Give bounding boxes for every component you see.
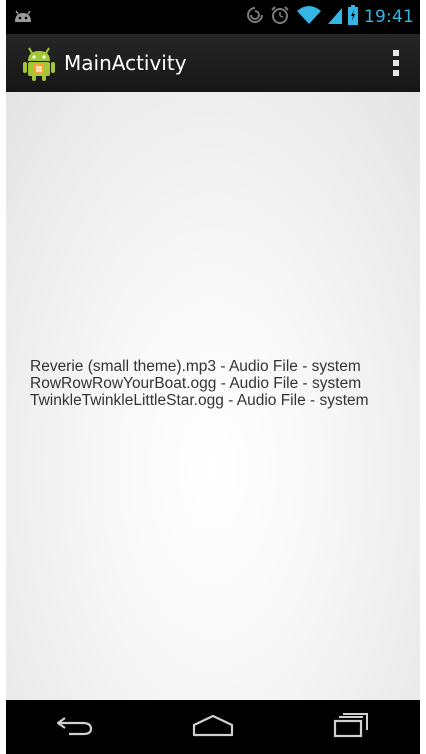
wifi-icon bbox=[296, 5, 322, 29]
action-bar: MainActivity bbox=[6, 34, 420, 93]
list-item: Reverie (small theme).mp3 - Audio File -… bbox=[30, 358, 361, 375]
app-title: MainActivity bbox=[64, 51, 187, 75]
sync-icon bbox=[246, 6, 264, 28]
back-button[interactable] bbox=[35, 700, 115, 754]
list-item: RowRowRowYourBoat.ogg - Audio File - sys… bbox=[30, 375, 362, 392]
recent-apps-button[interactable] bbox=[311, 700, 391, 754]
navigation-bar bbox=[6, 700, 420, 754]
status-icons: 19:41 bbox=[246, 0, 414, 34]
phone-screen: 19:41 MainActivity Reverie (small theme)… bbox=[6, 0, 420, 754]
list-item: TwinkleTwinkleLittleStar.ogg - Audio Fil… bbox=[30, 392, 369, 409]
recent-apps-icon bbox=[333, 712, 369, 742]
alarm-icon bbox=[270, 5, 290, 29]
overflow-menu-icon[interactable] bbox=[380, 43, 412, 83]
signal-icon bbox=[328, 6, 342, 28]
overflow-dot bbox=[393, 70, 399, 76]
home-button[interactable] bbox=[173, 700, 253, 754]
status-time: 19:41 bbox=[364, 7, 414, 27]
status-bar: 19:41 bbox=[6, 0, 420, 34]
main-content: Reverie (small theme).mp3 - Audio File -… bbox=[6, 92, 420, 700]
android-notification-icon bbox=[12, 6, 34, 28]
overflow-dot bbox=[393, 50, 399, 56]
audio-file-list: Reverie (small theme).mp3 - Audio File -… bbox=[30, 358, 369, 409]
overflow-dot bbox=[393, 60, 399, 66]
home-icon bbox=[191, 713, 235, 741]
battery-icon bbox=[348, 5, 358, 29]
back-icon bbox=[55, 713, 95, 741]
android-robot-icon[interactable] bbox=[22, 47, 56, 81]
